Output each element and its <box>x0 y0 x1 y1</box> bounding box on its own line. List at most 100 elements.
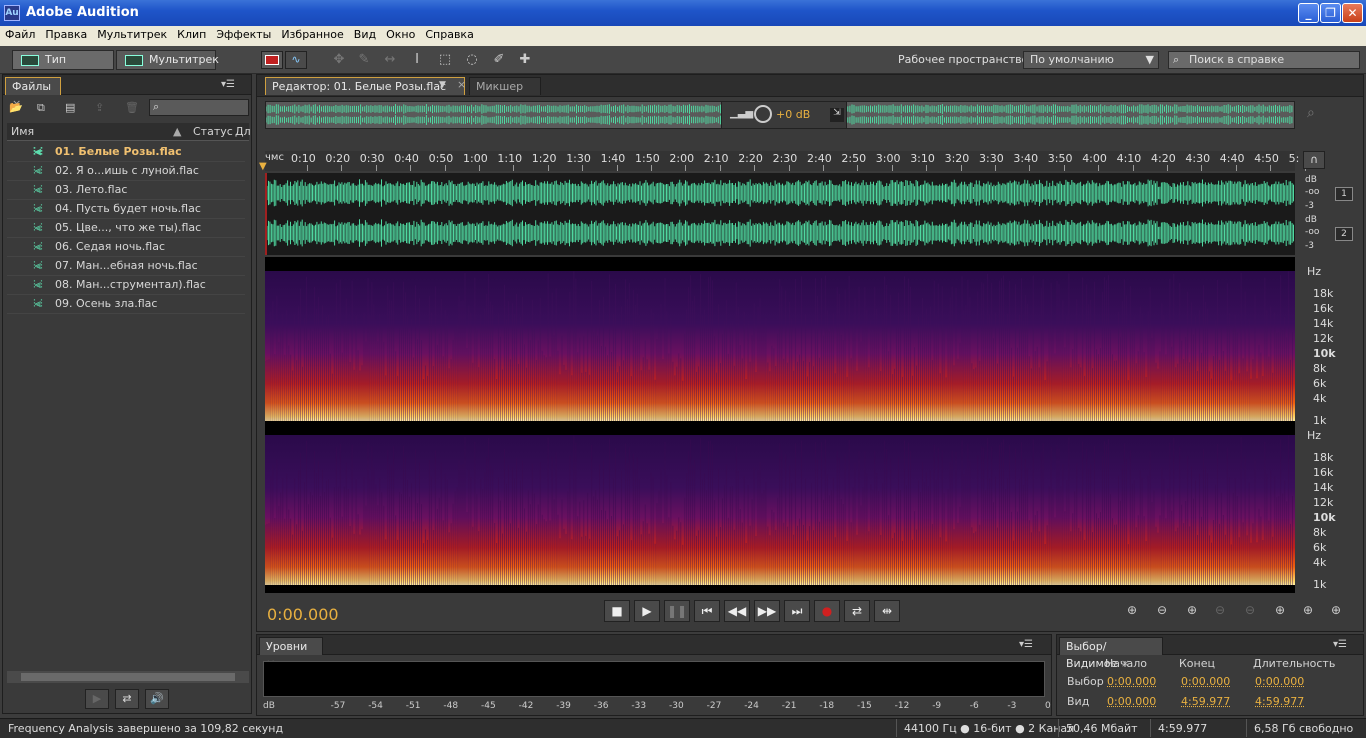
tab-selection-view[interactable]: Выбор/Видимое × <box>1059 637 1163 670</box>
time-ruler[interactable]: чмс 0:10 0:20 0:30 0:40 0:50 1:00 1:10 1:20 1:30… <box>265 151 1306 171</box>
new-file-icon[interactable]: ▤ <box>65 101 75 114</box>
zoom-in-amplitude-icon[interactable]: ⊕ <box>1120 603 1144 621</box>
file-list-item[interactable]: ⫶⫷⫶ 08. Ман...струментал).flac <box>7 276 245 295</box>
selection-end[interactable]: 0:00.000 <box>1181 675 1230 688</box>
gain-value[interactable]: +0 dB <box>776 108 810 121</box>
workspace-select[interactable]: По умолчанию ▼ <box>1023 51 1159 69</box>
pitch-display-button[interactable]: ∿ <box>285 51 307 69</box>
multitrack-view-button[interactable]: Мультитрек <box>116 50 219 70</box>
spectral-display-button[interactable] <box>261 51 283 69</box>
view-start[interactable]: 0:00.000 <box>1107 695 1156 708</box>
menu-effects[interactable]: Эффекты <box>211 26 276 44</box>
loop-button[interactable]: ⇄ <box>844 600 870 622</box>
file-list-item[interactable]: ⫶⫷⫶ 09. Осень зла.flac <box>7 295 245 314</box>
snap-icon[interactable]: ∩ <box>1303 151 1325 169</box>
close-icon[interactable]: × <box>457 78 466 91</box>
view-end[interactable]: 4:59.977 <box>1181 695 1230 708</box>
menu-file[interactable]: Файл <box>0 26 40 44</box>
view-duration[interactable]: 4:59.977 <box>1255 695 1304 708</box>
razor-tool-icon[interactable]: ✎ <box>355 52 373 68</box>
column-status[interactable]: Статус <box>193 125 233 138</box>
column-name[interactable]: Имя <box>11 125 34 138</box>
zoom-lens-icon[interactable]: ⌕ <box>1307 105 1315 121</box>
file-list-item[interactable]: ⫶⫷⫶ 03. Лето.flac <box>7 181 245 200</box>
waveform-view-button[interactable]: Тип сигнала <box>12 50 114 84</box>
menu-multitrack[interactable]: Мультитрек <box>92 26 172 44</box>
insert-icon[interactable]: ⇪ <box>95 101 104 114</box>
playhead-marker[interactable]: ▼ <box>259 161 267 172</box>
time-tick-mark <box>719 165 721 171</box>
pause-button[interactable]: ❚❚ <box>664 600 690 622</box>
zoom-in-time-icon[interactable]: ⊕ <box>1180 603 1204 621</box>
skip-selection-button[interactable]: ⇹ <box>874 600 900 622</box>
time-selection-tool-icon[interactable]: I <box>408 52 426 68</box>
channel-2-toggle[interactable]: 2 <box>1335 227 1353 241</box>
zoom-full-icon[interactable]: ⊕ <box>1324 603 1348 621</box>
lasso-tool-icon[interactable]: ◌ <box>463 52 481 68</box>
file-list-item[interactable]: ⫶⫷⫶ 04. Пусть будет ночь.flac <box>7 200 245 219</box>
play-button[interactable]: ▶ <box>634 600 660 622</box>
chevron-down-icon[interactable]: ▼ <box>439 80 446 90</box>
play-file-button[interactable]: ▶ <box>85 689 109 709</box>
close-window-button[interactable]: ✕ <box>1342 3 1363 23</box>
file-list-item[interactable]: ⫶⫷⫶ 07. Ман...ебная ночь.flac <box>7 257 245 276</box>
panel-menu-icon[interactable]: ▾☰ <box>1333 639 1347 650</box>
rewind-button[interactable]: ◀◀ <box>724 600 750 622</box>
gain-knob[interactable] <box>754 105 772 123</box>
tab-mixer[interactable]: Микшер <box>469 77 541 95</box>
menu-favorites[interactable]: Избранное <box>276 26 348 44</box>
move-tool-icon[interactable]: ✥ <box>330 52 348 68</box>
panel-menu-icon[interactable]: ▾☰ <box>1019 639 1033 650</box>
menu-help[interactable]: Справка <box>420 26 478 44</box>
fast-forward-button[interactable]: ▶▶ <box>754 600 780 622</box>
minimize-button[interactable]: _ <box>1298 3 1319 23</box>
loop-file-button[interactable]: ⇄ <box>115 689 139 709</box>
file-list-item[interactable]: ⫶⫷⫶ 02. Я о...ишь с луной.flac <box>7 162 245 181</box>
level-scale-label: -39 <box>556 701 571 711</box>
file-list-item[interactable]: ⫶⫷⫶ 01. Белые Розы.flac <box>7 143 245 162</box>
time-ticks: 0:10 0:20 0:30 0:40 0:50 1:00 1:10 1:20 1:30 1:40… <box>265 151 1306 171</box>
marquee-tool-icon[interactable]: ⬚ <box>436 52 454 68</box>
file-list-item[interactable]: ⫶⫷⫶ 06. Седая ночь.flac <box>7 238 245 257</box>
tab-levels[interactable]: Уровни × <box>259 637 323 670</box>
pin-icon[interactable]: ⇲ <box>830 108 844 122</box>
skip-to-start-button[interactable]: ⏮ <box>694 600 720 622</box>
zoom-in-point-icon[interactable]: ⊕ <box>1268 603 1292 621</box>
horizontal-scrollbar[interactable] <box>7 671 249 683</box>
zoom-out-time-icon[interactable]: ⊖ <box>1208 603 1232 621</box>
title-bar: Au Adobe Audition _ ❐ ✕ <box>0 0 1366 26</box>
files-search-input[interactable]: ⌕ <box>149 99 249 116</box>
help-search-input[interactable]: ⌕ Поиск в справке <box>1168 51 1360 69</box>
stop-button[interactable]: ■ <box>604 600 630 622</box>
current-time[interactable]: 0:00.000 <box>267 605 339 624</box>
record-button[interactable]: ● <box>814 600 840 622</box>
slip-tool-icon[interactable]: ↔ <box>381 52 399 68</box>
menu-view[interactable]: Вид <box>349 26 381 44</box>
trash-icon[interactable]: 🗑 <box>125 101 139 114</box>
menu-window[interactable]: Окно <box>381 26 420 44</box>
tab-editor[interactable]: Редактор: 01. Белые Розы.flac <box>265 77 465 95</box>
column-duration[interactable]: Дл <box>235 125 251 138</box>
tab-files[interactable]: Файлы × <box>5 77 61 110</box>
brush-tool-icon[interactable]: ✐ <box>490 52 508 68</box>
channel-1-toggle[interactable]: 1 <box>1335 187 1353 201</box>
file-list-item[interactable]: ⫶⫷⫶ 05. Цве..., что же ты).flac <box>7 219 245 238</box>
spectral-display[interactable] <box>265 257 1295 593</box>
selection-duration[interactable]: 0:00.000 <box>1255 675 1304 688</box>
import-file-icon[interactable]: ⧉ <box>37 101 45 115</box>
skip-to-end-button[interactable]: ⏭ <box>784 600 810 622</box>
menu-clip[interactable]: Клип <box>172 26 211 44</box>
open-file-icon[interactable]: 📂 <box>9 101 23 114</box>
autoplay-button[interactable]: 🔊 <box>145 689 169 709</box>
hud-gain[interactable]: ▁▃▅ +0 dB ⇲ <box>721 101 847 129</box>
menu-edit[interactable]: Правка <box>40 26 92 44</box>
panel-menu-icon[interactable]: ▾☰ <box>221 79 235 90</box>
waveform-display[interactable] <box>265 173 1295 255</box>
selection-start[interactable]: 0:00.000 <box>1107 675 1156 688</box>
level-scale-label: -18 <box>819 701 835 711</box>
spot-healing-tool-icon[interactable]: ✚ <box>516 52 534 68</box>
zoom-selection-icon[interactable]: ⊕ <box>1296 603 1320 621</box>
maximize-button[interactable]: ❐ <box>1320 3 1341 23</box>
zoom-out-amplitude-icon[interactable]: ⊖ <box>1150 603 1174 621</box>
zoom-out-full-icon[interactable]: ⊖ <box>1238 603 1262 621</box>
